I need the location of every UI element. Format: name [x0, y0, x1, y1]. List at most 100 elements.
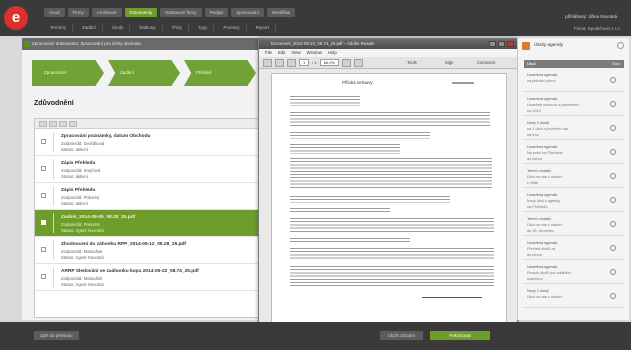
task-item[interactable]: Uzavřená agenda Rozpis úkolů pro oddělení… — [524, 262, 624, 284]
menu-view[interactable]: View — [291, 49, 300, 57]
task-action-icon[interactable] — [610, 149, 616, 155]
viewer-title-bar[interactable]: Document_2014-05-22_08.74_25.pdf – Adobe… — [259, 39, 517, 49]
task-item[interactable]: Nový 2 úkolů na 1 úkol z pověření vás na t… — [524, 118, 624, 140]
remove-icon[interactable] — [49, 121, 57, 127]
task-item[interactable]: Uzavřená agenda Nový úkol z agendy na Přeh… — [524, 190, 624, 212]
row-owner: Zodpovídá: Krejčová — [61, 168, 101, 173]
list-item[interactable]: Zápis Přehledu Zodpovídá: Pokorný Status… — [35, 183, 266, 210]
viewer-toolbar: 1 / 1 66.0% Tools Sign Comment — [259, 57, 517, 69]
list-item[interactable]: Zápis Přehledu Zodpovídá: Krejčová Statu… — [35, 156, 266, 183]
list-item[interactable]: ARRP Sledování ve zaáhonku kopu 2014-05-… — [35, 264, 266, 291]
prev-page-icon[interactable] — [287, 58, 296, 67]
task-action-icon[interactable] — [610, 245, 616, 251]
row-divider — [53, 159, 54, 179]
row-title: Zhodnocení do záhonku RPP_2014-05-12_08.… — [61, 242, 187, 247]
task-desc: Úkol na vás z odboru — [527, 223, 563, 227]
nav-tab-3[interactable]: Archivace — [91, 8, 122, 17]
minimize-icon[interactable] — [489, 41, 496, 47]
row-checkbox[interactable] — [41, 274, 46, 279]
step-3[interactable]: Přehled — [184, 60, 256, 86]
task-title: Uzavřená agenda — [527, 241, 557, 245]
task-action-icon[interactable] — [610, 293, 616, 299]
row-checkbox[interactable] — [41, 193, 46, 198]
tasks-panel-title: Úkoly agendy — [534, 43, 564, 48]
task-item[interactable]: Uzavřená agenda Přehled úkolů za do konce — [524, 238, 624, 260]
nav-tab-2[interactable]: Firmy — [67, 8, 89, 17]
task-item[interactable]: Uzavřená agenda Uzavřete smlouvu s partne… — [524, 94, 624, 116]
sub-nav-item-7[interactable]: Procesy — [217, 24, 247, 31]
sign-link[interactable]: Sign — [445, 60, 453, 65]
task-meta: do konce — [527, 157, 543, 161]
pdf-viewer-window[interactable]: Document_2014-05-22_08.74_25.pdf – Adobe… — [258, 38, 518, 323]
row-status: Status: Agent Novotná — [61, 255, 104, 260]
sub-nav-item-1[interactable]: Termíny — [44, 24, 74, 31]
zoom-field[interactable]: 66.0% — [319, 59, 340, 66]
sub-nav-item-8[interactable]: Report — [250, 24, 277, 31]
task-action-icon[interactable] — [610, 173, 616, 179]
list-item[interactable]: Zpracování poznámky, datum Obchodu Zodpo… — [35, 129, 266, 156]
task-item[interactable]: Termín dodání Úkol na vás z odboru k lhůtě — [524, 166, 624, 188]
sub-nav-item-4[interactable]: Šablony — [133, 24, 163, 31]
zoom-out-icon[interactable] — [342, 58, 352, 67]
save-button[interactable]: Uložit záznam — [380, 331, 423, 340]
step-1[interactable]: Zpracování — [32, 60, 104, 86]
user-name[interactable]: přihlášený: Jiřina Novotná — [565, 14, 617, 19]
task-item[interactable]: Uzavřená agenda Na práci na Přehledu do ko… — [524, 142, 624, 164]
sub-nav-item-6[interactable]: Typy — [192, 24, 215, 31]
task-item[interactable]: Uzavřená agenda na jednání přímo — [524, 70, 624, 92]
row-checkbox[interactable] — [41, 166, 46, 171]
pdf-text — [290, 238, 410, 243]
section-title: Zdůvodnění — [34, 100, 74, 107]
document-icon — [24, 41, 30, 47]
add-icon[interactable] — [39, 121, 47, 127]
sub-nav-item-3[interactable]: Úkoly — [106, 24, 131, 31]
maximize-icon[interactable] — [498, 41, 505, 47]
sub-nav-item-5[interactable]: Třídy — [166, 24, 189, 31]
row-title: ARRP Sledování ve zaáhonku kopu 2014-05-… — [61, 269, 199, 274]
menu-window[interactable]: Window — [307, 49, 322, 57]
pdf-text — [290, 112, 490, 126]
task-item[interactable]: Termín dodání Úkol na vás z odboru do 15. … — [524, 214, 624, 236]
close-icon[interactable] — [507, 41, 514, 47]
task-desc: Úkol na vás z odboru — [527, 295, 563, 299]
save-icon[interactable] — [263, 58, 272, 67]
tools-link[interactable]: Tools — [407, 60, 417, 65]
row-checkbox[interactable] — [41, 247, 46, 252]
row-checkbox[interactable] — [41, 139, 46, 144]
nav-tab-4[interactable]: Dokumenty — [124, 8, 158, 17]
menu-edit[interactable]: Edit — [278, 49, 285, 57]
nav-tab-6[interactable]: Podpis — [204, 8, 229, 17]
nav-tab-8[interactable]: Workflow — [266, 8, 296, 17]
nav-tab-7[interactable]: Zpracování — [231, 8, 264, 17]
back-button[interactable]: Zpět do přehledu — [34, 331, 79, 340]
menu-help[interactable]: Help — [328, 49, 337, 57]
edit-icon[interactable] — [59, 121, 67, 127]
step-2[interactable]: Zadání — [108, 60, 180, 86]
task-item[interactable]: Nový 2 úkoly Úkol na vás z odboru — [524, 286, 624, 308]
refresh-icon[interactable] — [69, 121, 77, 127]
window-controls — [489, 41, 514, 47]
comment-link[interactable]: Comment — [477, 60, 495, 65]
page-number-field[interactable]: 1 — [299, 59, 310, 66]
task-action-icon[interactable] — [610, 125, 616, 131]
print-icon[interactable] — [275, 58, 284, 67]
row-divider — [53, 267, 54, 287]
zoom-in-icon[interactable] — [354, 58, 364, 67]
row-checkbox[interactable] — [41, 220, 46, 225]
viewer-menu-bar: File Edit View Window Help — [259, 49, 517, 57]
task-action-icon[interactable] — [610, 197, 616, 203]
continue-button[interactable]: Pokračovat — [430, 331, 490, 340]
task-action-icon[interactable] — [610, 101, 616, 107]
pdf-text — [290, 196, 450, 203]
collapse-icon[interactable] — [617, 42, 624, 49]
nav-tab-1[interactable]: Úvod — [44, 8, 65, 17]
task-action-icon[interactable] — [610, 269, 616, 275]
task-action-icon[interactable] — [610, 221, 616, 227]
app-logo[interactable]: e — [4, 6, 28, 30]
list-item[interactable]: Zhodnocení do záhonku RPP_2014-05-12_08.… — [35, 237, 266, 264]
menu-file[interactable]: File — [265, 49, 272, 57]
nav-tab-5[interactable]: Nastavení firmy — [160, 8, 202, 17]
task-action-icon[interactable] — [610, 77, 616, 83]
list-item-selected[interactable]: Zadání_2014-08-05_08.28_25.pdf Zodpovídá… — [35, 210, 266, 237]
sub-nav-item-2[interactable]: Zadání — [76, 24, 104, 31]
